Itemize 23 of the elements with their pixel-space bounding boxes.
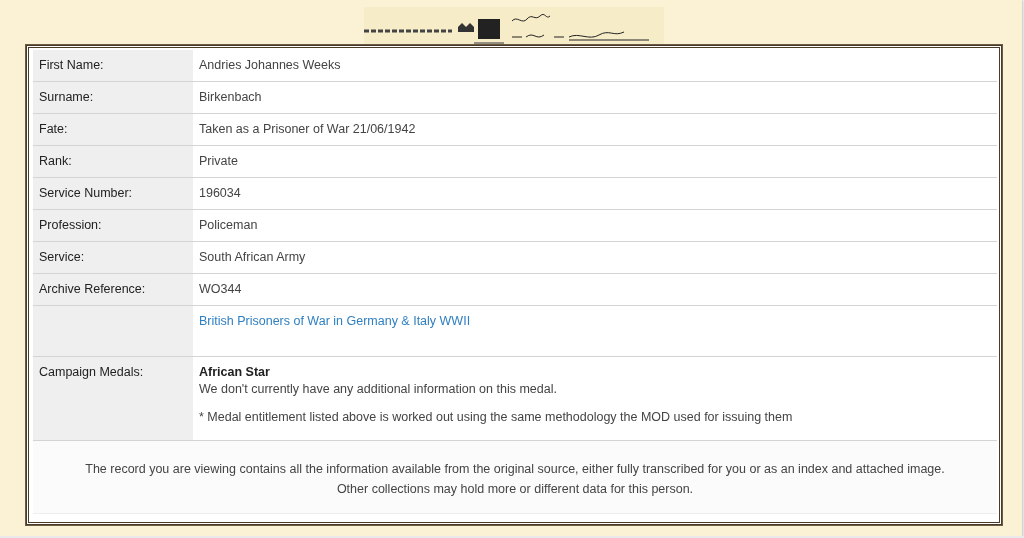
- field-label: Surname:: [33, 82, 193, 113]
- field-value: Policeman: [198, 217, 259, 234]
- medal-info: We don't currently have any additional information on this medal.: [199, 382, 558, 396]
- field-label: Archive Reference:: [33, 274, 193, 305]
- field-label: Profession:: [33, 210, 193, 241]
- field-value: Taken as a Prisoner of War 21/06/1942: [198, 121, 417, 138]
- medal-note: * Medal entitlement listed above is worked out using the same methodology the MOD used for issuing them: [199, 410, 794, 424]
- collection-link[interactable]: British Prisoners of War in Germany & Italy WWII: [199, 314, 471, 328]
- field-label: Service:: [33, 242, 193, 273]
- field-label: Fate:: [33, 114, 193, 145]
- field-value: 196034: [198, 185, 242, 202]
- footer-text: Other collections may hold more or different data for this person.: [335, 481, 695, 498]
- field-value: Andries Johannes Weeks: [198, 57, 342, 74]
- field-value: Birkenbach: [198, 89, 263, 106]
- field-label: First Name:: [33, 50, 193, 81]
- field-label: Campaign Medals:: [33, 357, 193, 440]
- field-value: WO344: [198, 281, 243, 298]
- field-value: Private: [198, 153, 239, 170]
- field-label: Service Number:: [33, 178, 193, 209]
- footer-text: The record you are viewing contains all the information available from the original source, either fully transcribed for you or as an index and attached image.: [84, 461, 946, 478]
- field-label: Rank:: [33, 146, 193, 177]
- medal-name: African Star: [199, 365, 271, 379]
- field-value: South African Army: [198, 249, 307, 266]
